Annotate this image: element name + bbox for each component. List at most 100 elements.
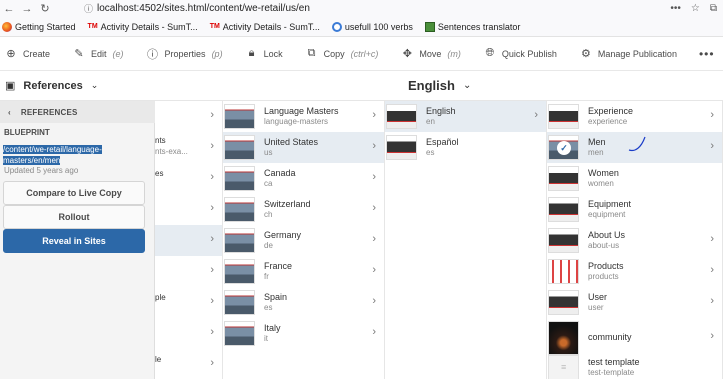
list-item-italy[interactable]: Italy it ›: [223, 318, 384, 349]
list-item-equipment[interactable]: Equipment equipment: [547, 194, 722, 225]
properties-button[interactable]: ⓘ Properties (p): [147, 46, 223, 62]
page-actions-icon[interactable]: •••: [670, 3, 681, 14]
chevron-right-icon: ›: [372, 233, 376, 245]
chevron-right-icon: ›: [210, 326, 214, 338]
chevron-right-icon: ›: [210, 140, 214, 152]
item-title: Germany: [264, 230, 302, 240]
item-name: de: [264, 241, 273, 250]
bookmark-getting-started[interactable]: Getting Started: [2, 21, 76, 32]
url-text[interactable]: localhost:4502/sites.html/content/we-ret…: [97, 3, 310, 14]
chevron-right-icon: ›: [710, 330, 714, 342]
item-name: es: [264, 303, 273, 312]
page-info-icon[interactable]: ⓘ: [84, 2, 93, 15]
blueprint-path-text[interactable]: /content/we-retail/language-masters/en/m…: [3, 145, 102, 165]
reload-icon[interactable]: ↻: [36, 0, 54, 17]
page-thumbnail: [224, 228, 255, 253]
page-title[interactable]: English ⌄: [408, 78, 471, 93]
list-item-user[interactable]: User user ›: [547, 287, 722, 318]
bookmark-star-icon[interactable]: ☆: [691, 3, 700, 14]
copy-button[interactable]: ⧉ Copy (ctrl+c): [306, 47, 379, 60]
list-item-test-template[interactable]: test template test-template: [547, 352, 722, 379]
firefox-icon: [2, 21, 12, 32]
more-actions-icon[interactable]: •••: [699, 47, 715, 61]
browser-url-bar: ← → ↻ ⓘ localhost:4502/sites.html/conten…: [0, 0, 723, 17]
bookmark-label: Getting Started: [15, 21, 76, 32]
item-title-fragment: nts: [155, 136, 166, 145]
item-name: ch: [264, 210, 273, 219]
list-item-switzerland[interactable]: Switzerland ch ›: [223, 194, 384, 225]
info-icon: ⓘ: [147, 48, 159, 61]
page-thumbnail: [224, 197, 255, 222]
page-thumbnail: [386, 104, 417, 129]
address-bar[interactable]: ⓘ localhost:4502/sites.html/content/we-r…: [84, 2, 310, 15]
chevron-right-icon: ›: [372, 326, 376, 338]
list-item-english[interactable]: English en ›: [385, 101, 546, 132]
item-name: ca: [264, 179, 273, 188]
item-title: France: [264, 261, 293, 271]
lock-icon: 🔒︎: [248, 47, 255, 59]
chevron-right-icon: ›: [372, 140, 376, 152]
page-thumbnail: [224, 259, 255, 284]
list-item-about-us[interactable]: About Us about-us ›: [547, 225, 722, 256]
chevron-right-icon: ›: [534, 109, 538, 121]
list-item-germany[interactable]: Germany de ›: [223, 225, 384, 256]
blueprint-path[interactable]: /content/we-retail/language-masters/en/m…: [3, 144, 143, 166]
list-item-france[interactable]: France fr ›: [223, 256, 384, 287]
chevron-right-icon: ›: [710, 140, 714, 152]
item-name: it: [264, 334, 268, 343]
bookmark-sentences-translator[interactable]: Sentences translator: [424, 21, 520, 32]
properties-label: Properties: [164, 48, 206, 59]
back-icon[interactable]: ←: [0, 0, 18, 17]
edit-button[interactable]: ✎ Edit (e): [73, 47, 123, 60]
page-thumbnail: [224, 104, 255, 129]
manage-publication-button[interactable]: ⚙ Manage Publication: [580, 47, 677, 60]
chevron-right-icon: ›: [710, 109, 714, 121]
page-thumbnail: [548, 290, 579, 315]
list-item-products[interactable]: Products products ›: [547, 256, 722, 287]
translator-icon: [424, 21, 435, 32]
list-item-women[interactable]: Women women: [547, 163, 722, 194]
item-name: women: [588, 179, 614, 188]
page-thumbnail: [548, 104, 579, 129]
page-thumbnail: [548, 321, 579, 355]
chevron-right-icon: ›: [210, 264, 214, 276]
move-button[interactable]: ✥ Move (m): [401, 47, 461, 60]
list-item-canada[interactable]: Canada ca ›: [223, 163, 384, 194]
item-title: community: [588, 332, 632, 342]
item-name: equipment: [588, 210, 626, 219]
item-title: Women: [588, 168, 619, 178]
page-thumbnail: [548, 355, 579, 379]
references-header[interactable]: ‹ REFERENCES: [0, 101, 155, 123]
list-item-language-masters[interactable]: Language Masters language-masters ›: [223, 101, 384, 132]
chevron-right-icon: ›: [372, 202, 376, 214]
compare-to-live-copy-button[interactable]: Compare to Live Copy: [3, 181, 145, 205]
page-thumbnail: [548, 166, 579, 191]
globe-icon: [331, 21, 342, 32]
rollout-button[interactable]: Rollout: [3, 205, 145, 229]
chevron-right-icon: ›: [210, 109, 214, 121]
chevron-down-icon: ⌄: [90, 80, 99, 90]
list-item-espanol[interactable]: Español es: [385, 132, 546, 163]
chevron-left-icon[interactable]: ‹: [8, 108, 11, 117]
extension-icon[interactable]: ⧉: [710, 3, 717, 14]
page-title-label: English: [408, 78, 455, 93]
forward-icon[interactable]: →: [18, 0, 36, 17]
bookmark-usefull-verbs[interactable]: usefull 100 verbs: [331, 21, 413, 32]
tm-icon: TM: [209, 23, 220, 30]
page-thumbnail: [548, 197, 579, 222]
quick-publish-button[interactable]: 🌐︎ Quick Publish: [484, 47, 556, 60]
reveal-in-sites-button[interactable]: Reveal in Sites: [3, 229, 145, 253]
bookmark-activity-details-2[interactable]: TM Activity Details - SumT...: [210, 22, 320, 32]
move-shortcut: (m): [447, 48, 461, 59]
item-title: Products: [588, 261, 624, 271]
list-item-united-states[interactable]: United States us ›: [223, 132, 384, 163]
references-header-label: REFERENCES: [20, 107, 78, 117]
item-title: Canada: [264, 168, 296, 178]
create-button[interactable]: ⊕ Create: [5, 47, 50, 60]
rail-selector[interactable]: ▣ References ⌄: [5, 79, 99, 93]
list-item-spain[interactable]: Spain es ›: [223, 287, 384, 318]
lock-button[interactable]: 🔒︎ Lock: [246, 47, 283, 60]
bookmark-activity-details-1[interactable]: TM Activity Details - SumT...: [88, 22, 198, 32]
list-item-experience[interactable]: Experience experience ›: [547, 101, 722, 132]
list-item-men[interactable]: Men men ›: [547, 132, 722, 163]
